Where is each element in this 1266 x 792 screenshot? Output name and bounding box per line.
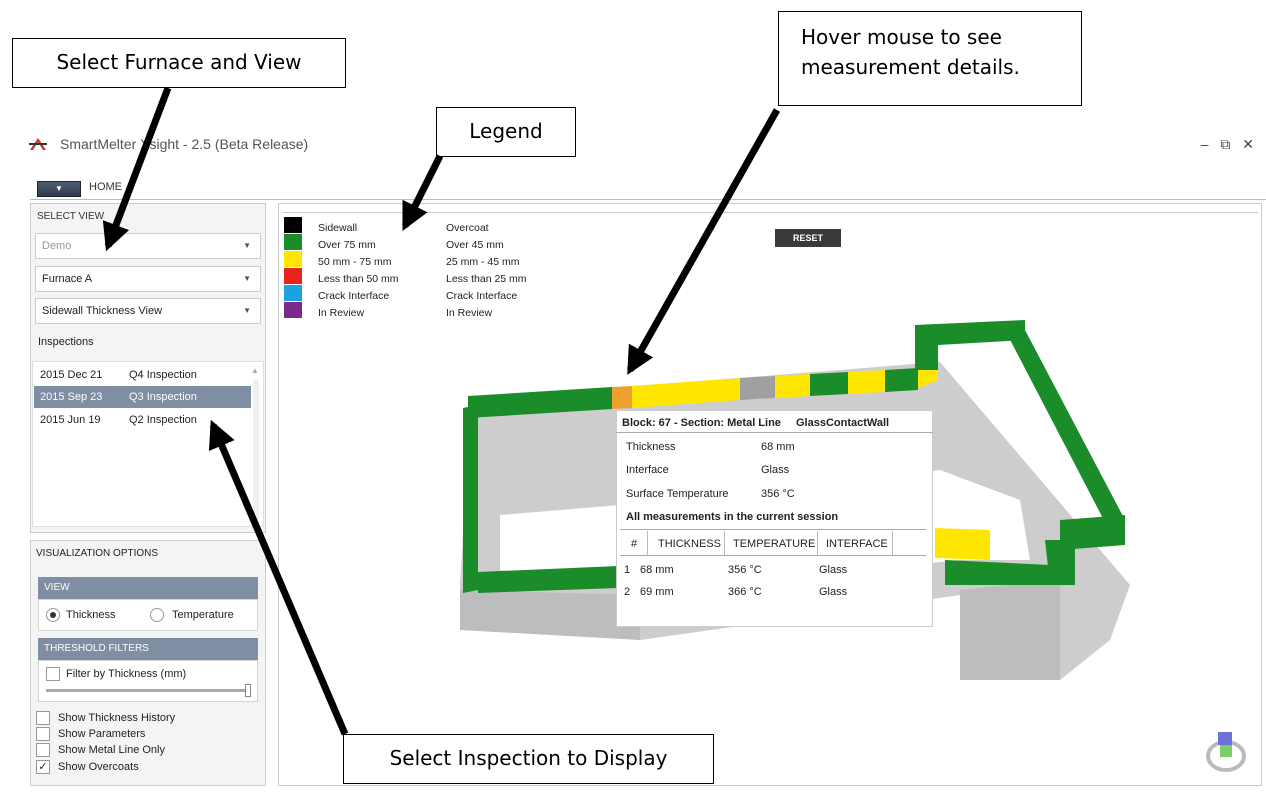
annotation-arrows xyxy=(102,86,781,736)
arrow-to-block xyxy=(626,108,781,375)
arrow-to-inspection xyxy=(208,419,349,736)
arrow-to-legend xyxy=(401,154,444,232)
arrow-to-furnace-dropdown xyxy=(102,86,172,252)
